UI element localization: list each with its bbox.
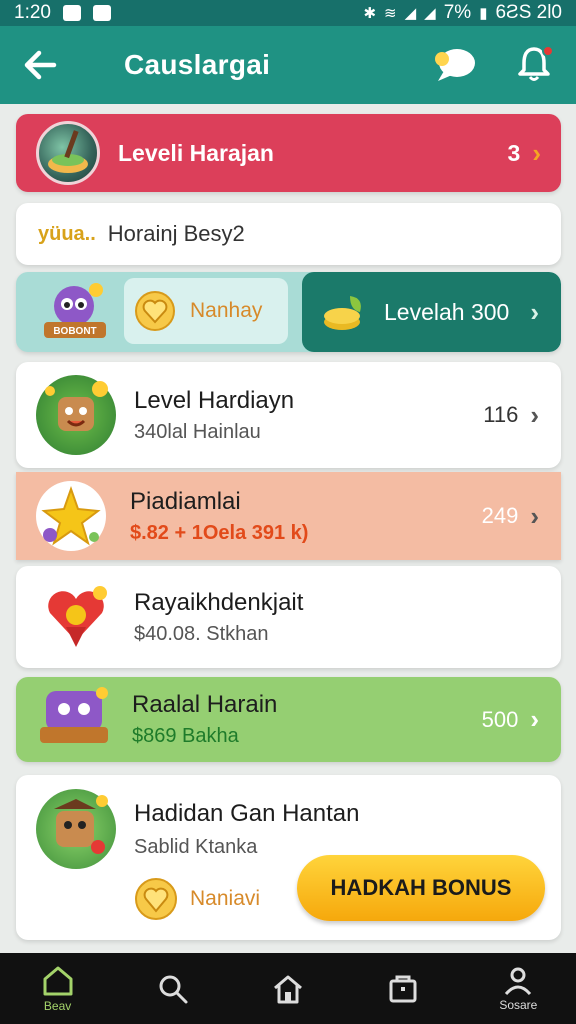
chevron-right-icon: › [530, 399, 539, 430]
nav-house[interactable] [248, 973, 328, 1005]
reward-combo-card: BOBONT Nanhay Levelah 300 › [16, 272, 561, 352]
app-bar: Causlargai [0, 26, 576, 104]
nav-home[interactable]: Beav [18, 965, 98, 1013]
list-item[interactable]: Level Hardiayn 340lal Hainlau 116 › [16, 362, 561, 468]
profile-icon [505, 967, 532, 995]
row-subtitle: 340lal Hainlau [134, 420, 261, 443]
signal-icon-2: ◢ [424, 5, 436, 22]
home-icon [43, 966, 73, 995]
status-bar: 1:20 ✱ ≋ ◢ ◢ 7% ▮ 6ƧS 2l0 [0, 0, 576, 26]
level-header-card[interactable]: Leveli Harajan 3 › [16, 114, 561, 192]
signal-icon: ◢ [404, 5, 417, 22]
row-subtitle: $40.08. Stkhan [134, 622, 269, 645]
level-avatar [36, 121, 100, 185]
nav-profile-label: Sosare [499, 997, 538, 1012]
gallery-icon [62, 5, 81, 21]
nav-wallet[interactable] [363, 973, 443, 1005]
notifications-button[interactable] [516, 43, 556, 87]
badge-text: BOBONT [53, 326, 96, 337]
row-title: Piadiamlai [130, 487, 241, 515]
heart-coin-icon [135, 291, 175, 331]
row-title: Hadidan Gan Hantan [134, 799, 360, 827]
wifi-icon: ≋ [384, 5, 397, 22]
search-field[interactable]: yüua.. Horainj Besy2 [16, 203, 561, 265]
nav-search[interactable] [133, 973, 213, 1005]
bottom-navigation: Beav Sosare [0, 953, 576, 1024]
wallet-icon [389, 975, 417, 1002]
battery-percent: 7% [443, 2, 472, 23]
row-value: 249 [481, 503, 519, 528]
bonus-card: Hadidan Gan Hantan Sablid Ktanka Naniavi… [16, 775, 561, 940]
row-title: Level Hardiayn [134, 386, 295, 414]
heart-ribbon-icon [36, 577, 116, 657]
list-item[interactable]: Rayaikhdenkjait $40.08. Stkhan [16, 566, 561, 668]
search-text: Horainj Besy2 [107, 221, 245, 246]
battery-icon: ▮ [479, 5, 488, 22]
status-time: 1:20 [14, 2, 51, 23]
coin-label: Naniavi [190, 887, 261, 910]
character-avatar-icon [36, 789, 116, 869]
character-avatar-icon [36, 375, 116, 455]
monster-badge-icon: BOBONT [38, 280, 112, 344]
level-header-value: 3 [507, 139, 521, 166]
heart-coin-icon [135, 878, 177, 920]
chevron-right-icon: › [532, 137, 541, 168]
chevron-right-icon: › [530, 500, 539, 531]
row-subtitle: $869 Bakha [132, 725, 239, 747]
food-bowl-icon [48, 130, 88, 173]
house-icon [273, 975, 302, 1003]
bonus-button[interactable]: HADKAH BONUS [297, 855, 545, 921]
heart-coin-label: Nanhay [190, 299, 263, 322]
search-icon [159, 975, 188, 1003]
chat-notification-icon [92, 5, 111, 21]
level-reward-button[interactable]: Levelah 300 › [302, 272, 561, 352]
chat-bubble-icon [435, 49, 475, 81]
notification-dot [542, 45, 554, 57]
bluetooth-icon: ✱ [363, 5, 377, 22]
level-reward-label: Levelah 300 [384, 298, 510, 325]
level-header-label: Leveli Harajan [118, 139, 274, 166]
nav-profile[interactable]: Sosare [478, 966, 558, 1012]
status-right-text: 6ƧS 2l0 [495, 2, 562, 23]
row-title: Rayaikhdenkjait [134, 588, 304, 616]
chat-button[interactable] [432, 43, 478, 87]
row-title: Raalal Harain [132, 691, 278, 718]
back-button[interactable] [20, 45, 60, 85]
row-value: 116 [483, 402, 519, 427]
row-subtitle: $.82 + 1Oela 391 k) [130, 521, 309, 544]
heart-coin-row: Naniavi [134, 875, 260, 923]
page-title: Causlargai [124, 49, 271, 80]
treasure-monster-icon [36, 685, 114, 755]
row-value: 500 [481, 706, 519, 732]
back-arrow-icon [24, 50, 57, 80]
list-item[interactable]: Piadiamlai $.82 + 1Oela 391 k) 249 › [16, 472, 561, 560]
gold-star-icon [36, 481, 106, 551]
nav-home-label: Beav [43, 998, 72, 1013]
search-prefix: yüua.. [38, 222, 96, 245]
chevron-right-icon: › [530, 296, 539, 327]
list-item[interactable]: Raalal Harain $869 Bakha 500 › [16, 677, 561, 762]
coin-stack-icon [324, 296, 361, 330]
chevron-right-icon: › [530, 704, 539, 734]
heart-coin-button[interactable]: Nanhay [124, 278, 288, 344]
